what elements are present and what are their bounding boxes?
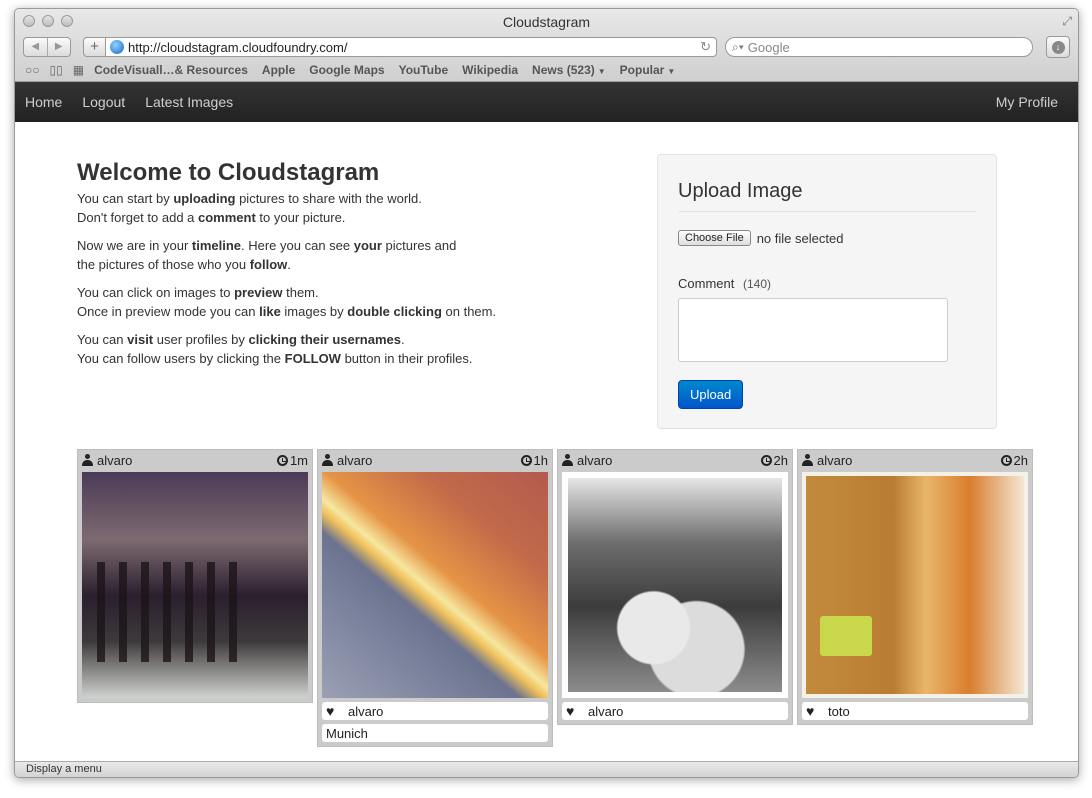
clock-icon <box>1000 454 1012 466</box>
no-file-label: no file selected <box>756 230 844 246</box>
card-username[interactable]: alvaro <box>577 453 761 468</box>
bookmark-news-folder[interactable]: News (523) ▼ <box>532 63 606 77</box>
search-icon: ⌕▾ <box>732 39 744 54</box>
chevron-down-icon: ▼ <box>597 67 606 76</box>
card-username[interactable]: alvaro <box>337 453 521 468</box>
browser-toolbar: Cloudstagram ⤢ ◀ ▶ + http://cloudstagram… <box>15 9 1078 82</box>
card-time: 1h <box>533 452 548 468</box>
upload-panel: Upload Image Choose File no file selecte… <box>657 154 997 429</box>
heart-icon: ♥ <box>806 703 815 719</box>
card-time: 1m <box>289 452 308 468</box>
image-card: alvaro 2h ♥ alvaro <box>557 449 793 725</box>
comment-label-row: Comment (140) <box>678 276 976 291</box>
card-liker[interactable]: toto <box>828 704 850 719</box>
card-image[interactable] <box>562 472 788 698</box>
bookmark-codevisual[interactable]: CodeVisuall…& Resources <box>94 63 248 77</box>
file-picker: Choose File no file selected <box>678 230 976 246</box>
welcome-paragraph-timeline: Now we are in your timeline. Here you ca… <box>77 238 457 272</box>
download-icon: ↓ <box>1051 40 1065 54</box>
address-bar[interactable]: http://cloudstagram.cloudfoundry.com/ ↻ <box>105 37 717 57</box>
card-liker[interactable]: alvaro <box>588 704 623 719</box>
card-header: alvaro 1m <box>82 450 308 470</box>
site-navbar: Home Logout Latest Images My Profile <box>15 82 1078 122</box>
upload-button[interactable]: Upload <box>678 380 744 409</box>
bookmark-news-label: News (523) <box>532 63 595 77</box>
url-text[interactable]: http://cloudstagram.cloudfoundry.com/ <box>128 40 700 55</box>
clock-icon <box>520 454 532 466</box>
card-likes: ♥ toto <box>802 702 1028 720</box>
bookmark-apple[interactable]: Apple <box>262 63 295 77</box>
user-icon <box>802 454 813 466</box>
reading-list-icon[interactable]: ○○ <box>25 63 40 77</box>
card-username[interactable]: alvaro <box>97 453 277 468</box>
image-card: alvaro 1h ♥ alvaro Munich <box>317 449 553 747</box>
chevron-down-icon: ▼ <box>667 67 676 76</box>
status-bar: Display a menu <box>15 761 1078 777</box>
comment-textarea[interactable] <box>678 298 948 362</box>
card-image[interactable] <box>82 472 308 698</box>
card-likes: ♥ alvaro <box>322 702 548 720</box>
welcome-title: Welcome to Cloudstagram <box>77 159 380 186</box>
nav-my-profile[interactable]: My Profile <box>996 94 1058 110</box>
top-sites-grid-icon[interactable]: ▦ <box>73 63 84 77</box>
image-timeline: alvaro 1m alvaro 1h ♥ alvaro Munich alva… <box>77 449 1033 747</box>
bookmark-popular-label: Popular <box>619 63 665 77</box>
welcome-paragraph-preview: You can click on images to preview them.… <box>77 285 497 319</box>
card-username[interactable]: alvaro <box>817 453 1001 468</box>
card-time: 2h <box>773 452 788 468</box>
search-field[interactable]: ⌕▾ Google <box>725 37 1033 57</box>
heart-icon: ♥ <box>326 703 335 719</box>
search-placeholder: Google <box>747 39 790 55</box>
upload-title: Upload Image <box>678 155 976 212</box>
image-card: alvaro 1m <box>77 449 313 703</box>
globe-icon <box>110 40 124 54</box>
nav-logout[interactable]: Logout <box>82 94 135 110</box>
comment-char-count: (140) <box>742 277 771 291</box>
card-image[interactable] <box>322 472 548 698</box>
card-likes: ♥ alvaro <box>562 702 788 720</box>
welcome-paragraph-upload: You can start by uploading pictures to s… <box>77 191 422 225</box>
card-header: alvaro 2h <box>802 450 1028 470</box>
card-caption: Munich <box>322 724 548 742</box>
back-forward-buttons: ◀ ▶ <box>23 37 71 57</box>
bookmark-wikipedia[interactable]: Wikipedia <box>462 63 518 77</box>
downloads-button[interactable]: ↓ <box>1046 36 1070 58</box>
add-bookmark-button[interactable]: + <box>83 37 105 57</box>
user-icon <box>82 454 93 466</box>
card-image[interactable] <box>802 472 1028 698</box>
card-header: alvaro 1h <box>322 450 548 470</box>
bookmark-youtube[interactable]: YouTube <box>399 63 449 77</box>
browser-window: Cloudstagram ⤢ ◀ ▶ + http://cloudstagram… <box>14 8 1079 778</box>
user-icon <box>562 454 573 466</box>
bookmark-popular-folder[interactable]: Popular ▼ <box>620 63 676 77</box>
window-title: Cloudstagram <box>502 14 591 30</box>
nav-latest-images[interactable]: Latest Images <box>145 94 243 110</box>
reload-icon[interactable]: ↻ <box>700 39 711 55</box>
welcome-section: Welcome to Cloudstagram You can start by… <box>77 159 577 377</box>
bookmarks-book-icon[interactable]: ▯▯ <box>50 63 63 77</box>
image-card: alvaro 2h ♥ toto <box>797 449 1033 725</box>
forward-button[interactable]: ▶ <box>48 38 71 56</box>
card-time: 2h <box>1013 452 1028 468</box>
clock-icon <box>276 454 288 466</box>
back-button[interactable]: ◀ <box>24 38 48 56</box>
welcome-paragraph-profiles: You can visit user profiles by clicking … <box>77 332 473 366</box>
choose-file-button[interactable]: Choose File <box>678 230 751 246</box>
comment-label: Comment <box>678 276 735 291</box>
bookmarks-bar: ○○ ▯▯ ▦ CodeVisuall…& Resources Apple Go… <box>25 61 689 79</box>
bookmark-google-maps[interactable]: Google Maps <box>309 63 384 77</box>
user-icon <box>322 454 333 466</box>
nav-home[interactable]: Home <box>25 94 72 110</box>
card-liker[interactable]: alvaro <box>348 704 383 719</box>
card-header: alvaro 2h <box>562 450 788 470</box>
fullscreen-icon[interactable]: ⤢ <box>1062 14 1072 29</box>
clock-icon <box>760 454 772 466</box>
heart-icon: ♥ <box>566 703 575 719</box>
